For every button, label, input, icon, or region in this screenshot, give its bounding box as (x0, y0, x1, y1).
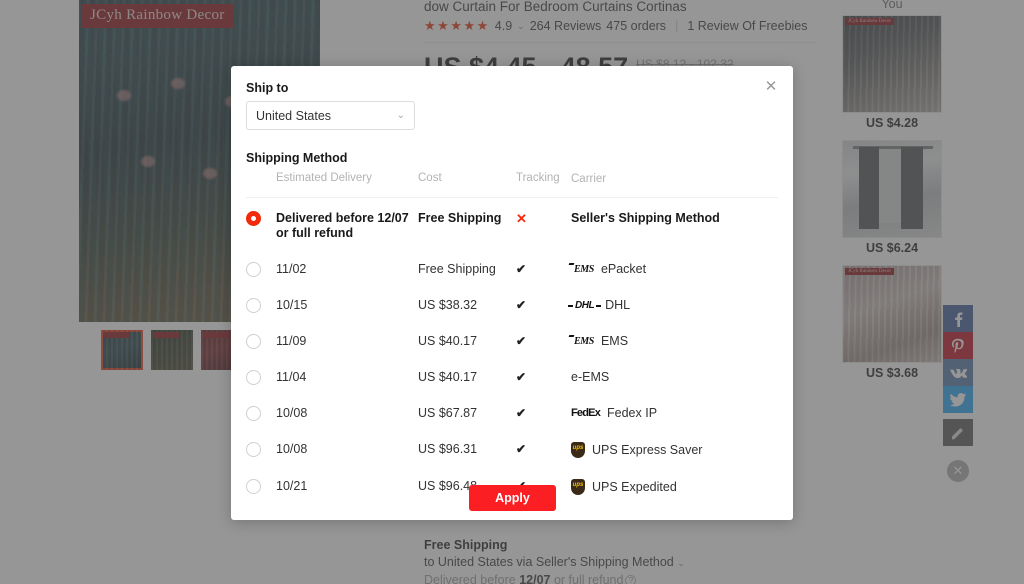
shipping-option-radio[interactable] (246, 211, 261, 226)
shipping-option-row[interactable]: 11/02 Free Shipping ✔ EMS ePacket (246, 251, 778, 287)
estimated-delivery-cell: 11/09 (276, 334, 307, 348)
carrier-cell: EMS ePacket (571, 262, 778, 277)
tracking-available-icon: ✔ (516, 370, 527, 384)
ups-logo-text: ups (571, 442, 585, 458)
cost-cell: US $96.31 (418, 442, 478, 456)
tracking-cell: ✔ (516, 370, 571, 384)
estimated-delivery-cell: Delivered before 12/07 or full refund (276, 211, 409, 240)
estimated-delivery-cell: 10/08 (276, 406, 308, 420)
radio-cell (246, 442, 276, 457)
radio-cell (246, 406, 276, 421)
shipping-option-radio[interactable] (246, 370, 261, 385)
ems-logo-text: EMS (571, 262, 594, 277)
carrier-cell: e-EMS (571, 370, 778, 385)
tracking-cell: ✔ (516, 298, 571, 312)
shipping-option-row[interactable]: 11/09 US $40.17 ✔ EMS EMS (246, 323, 778, 359)
ship-to-label: Ship to (246, 81, 289, 95)
ems-logo-text: EMS (571, 334, 594, 349)
carrier-name: Fedex IP (607, 406, 658, 420)
carrier-name: EMS (600, 334, 629, 348)
header-tracking: Tracking (516, 172, 560, 184)
radio-cell (246, 211, 276, 226)
no-tracking-icon: ✕ (516, 211, 527, 226)
dhl-logo-icon: DHL (567, 298, 602, 313)
radio-cell (246, 479, 276, 494)
radio-cell (246, 262, 276, 277)
country-select[interactable]: United States ⌄ (246, 101, 415, 130)
tracking-cell: ✔ (516, 442, 571, 456)
tracking-available-icon: ✔ (516, 334, 527, 348)
cost-cell: US $40.17 (418, 334, 478, 348)
tracking-available-icon: ✔ (516, 298, 527, 312)
shipping-option-radio[interactable] (246, 298, 261, 313)
cost-cell: Free Shipping (418, 211, 502, 225)
shipping-method-label: Shipping Method (246, 151, 348, 165)
shipping-option-row[interactable]: 10/15 US $38.32 ✔ DHL DHL (246, 287, 778, 323)
carrier-cell: ups UPS Expedited (571, 479, 778, 495)
radio-cell (246, 370, 276, 385)
ems-logo-icon: EMS (571, 262, 594, 277)
fedex-logo-icon: FedEx (571, 406, 601, 421)
tracking-cell: ✔ (516, 262, 571, 276)
carrier-cell: DHL DHL (567, 298, 778, 313)
shipping-option-row[interactable]: 11/04 US $40.17 ✔ e-EMS (246, 359, 778, 395)
cost-cell: US $40.17 (418, 370, 478, 384)
header-select (246, 172, 276, 187)
estimated-delivery-cell: 10/21 (276, 479, 308, 493)
fedex-logo-text: FedEx (571, 407, 601, 419)
country-select-value: United States (256, 108, 332, 123)
carrier-cell: FedEx Fedex IP (571, 406, 778, 421)
tracking-cell: ✔ (516, 334, 571, 348)
dhl-logo-text: DHL (567, 298, 602, 313)
shipping-option-radio[interactable] (246, 479, 261, 494)
shipping-option-row[interactable]: 10/08 US $96.31 ✔ ups UPS Express Saver (246, 431, 778, 468)
shipping-option-radio[interactable] (246, 406, 261, 421)
estimated-delivery-cell: 11/04 (276, 370, 307, 384)
tracking-available-icon: ✔ (516, 406, 527, 420)
carrier-name: e-EMS (571, 370, 610, 384)
header-estimated-delivery: Estimated Delivery (276, 172, 372, 184)
cost-cell: Free Shipping (418, 262, 496, 276)
carrier-name: UPS Expedited (592, 479, 677, 494)
tracking-available-icon: ✔ (516, 442, 527, 456)
cost-cell: US $67.87 (418, 406, 478, 420)
chevron-down-icon: ⌄ (396, 110, 405, 121)
ups-logo-text: ups (571, 479, 585, 495)
estimated-delivery-cell: 10/15 (276, 298, 308, 312)
radio-cell (246, 298, 276, 313)
table-header-row: Estimated Delivery Cost Tracking Carrier (246, 172, 778, 198)
shipping-option-row[interactable]: 10/08 US $67.87 ✔ FedEx Fedex IP (246, 395, 778, 431)
estimated-delivery-cell: 11/02 (276, 262, 307, 276)
page-root: JCyh Rainbow Decor dow Curtain For Bedro… (0, 0, 1024, 584)
shipping-option-radio[interactable] (246, 334, 261, 349)
header-cost: Cost (418, 172, 442, 184)
carrier-name: DHL (605, 298, 631, 312)
carrier-name: Seller's Shipping Method (571, 211, 720, 225)
tracking-cell: ✔ (516, 406, 571, 420)
shipping-method-table: Estimated Delivery Cost Tracking Carrier… (246, 172, 778, 505)
apply-button[interactable]: Apply (469, 485, 556, 511)
carrier-cell: ups UPS Express Saver (571, 442, 778, 458)
table-body: Delivered before 12/07 or full refund Fre… (246, 198, 778, 505)
tracking-cell: ✕ (516, 211, 571, 227)
ems-logo-icon: EMS (571, 334, 594, 349)
shipping-option-row[interactable]: Delivered before 12/07 or full refund Fre… (246, 198, 778, 251)
cost-cell: US $38.32 (418, 298, 478, 312)
tracking-available-icon: ✔ (516, 262, 527, 276)
shipping-option-radio[interactable] (246, 262, 261, 277)
shipping-modal: ✕ Ship to United States ⌄ Shipping Metho… (231, 66, 793, 520)
shipping-option-radio[interactable] (246, 442, 261, 457)
radio-cell (246, 334, 276, 349)
ups-logo-icon: ups (571, 479, 585, 495)
carrier-name: ePacket (600, 262, 647, 276)
carrier-cell: EMS EMS (571, 334, 778, 349)
carrier-name: UPS Express Saver (592, 442, 703, 457)
carrier-cell: Seller's Shipping Method (571, 211, 778, 226)
ups-logo-icon: ups (571, 442, 585, 458)
close-icon[interactable]: ✕ (761, 76, 781, 96)
header-carrier: Carrier (571, 173, 607, 185)
estimated-delivery-cell: 10/08 (276, 442, 308, 456)
